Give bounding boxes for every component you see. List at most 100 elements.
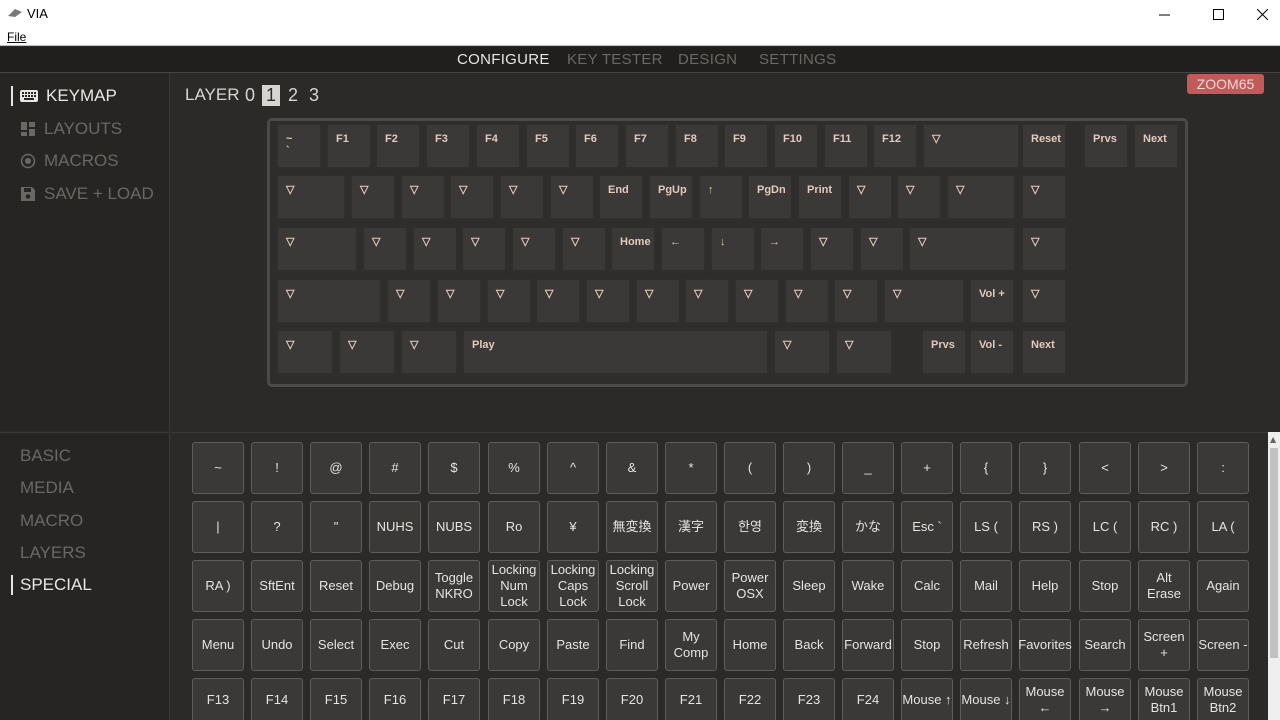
palette-key[interactable]: LA ( bbox=[1197, 501, 1249, 553]
keymap-key[interactable]: Reset bbox=[1020, 122, 1068, 170]
palette-key[interactable]: Toggle NKRO bbox=[428, 560, 480, 612]
palette-key[interactable]: Select bbox=[310, 619, 362, 671]
keymap-key[interactable]: ▽ bbox=[361, 225, 409, 273]
palette-key[interactable]: F15 bbox=[310, 678, 362, 720]
palette-key[interactable]: Menu bbox=[192, 619, 244, 671]
keymap-key[interactable]: Play bbox=[461, 328, 770, 376]
maximize-button[interactable] bbox=[1195, 0, 1241, 29]
keymap-key[interactable]: ▽ bbox=[1020, 225, 1068, 273]
keymap-key[interactable]: F9 bbox=[722, 122, 770, 170]
palette-key[interactable]: Mail bbox=[960, 560, 1012, 612]
palette-key[interactable]: F13 bbox=[192, 678, 244, 720]
category-layers[interactable]: LAYERS bbox=[20, 543, 86, 563]
keymap-key[interactable]: F1 bbox=[325, 122, 373, 170]
keymap-key[interactable]: Print bbox=[796, 173, 844, 221]
palette-key[interactable]: " bbox=[310, 501, 362, 553]
palette-key[interactable]: F20 bbox=[606, 678, 658, 720]
keymap-key[interactable]: Vol + bbox=[968, 277, 1016, 325]
keymap-key[interactable]: ↓ bbox=[709, 225, 757, 273]
palette-key[interactable]: < bbox=[1079, 442, 1131, 494]
keymap-key[interactable]: End bbox=[597, 173, 645, 221]
palette-key[interactable]: Home bbox=[724, 619, 776, 671]
palette-key[interactable]: { bbox=[960, 442, 1012, 494]
palette-key[interactable]: RA ) bbox=[192, 560, 244, 612]
palette-key[interactable]: RC ) bbox=[1138, 501, 1190, 553]
palette-key[interactable]: My Comp bbox=[665, 619, 717, 671]
keymap-key[interactable]: ▽ bbox=[945, 173, 1017, 221]
palette-key[interactable]: ( bbox=[724, 442, 776, 494]
keymap-key[interactable]: Home bbox=[609, 225, 657, 273]
palette-key[interactable]: F19 bbox=[547, 678, 599, 720]
palette-key[interactable]: Exec bbox=[369, 619, 421, 671]
palette-key[interactable]: @ bbox=[310, 442, 362, 494]
keymap-key[interactable]: F10 bbox=[772, 122, 820, 170]
keymap-key[interactable]: ▽ bbox=[510, 225, 558, 273]
keymap-key[interactable]: F12 bbox=[871, 122, 919, 170]
palette-key[interactable]: F22 bbox=[724, 678, 776, 720]
palette-key[interactable]: * bbox=[665, 442, 717, 494]
keymap-key[interactable]: PgDn bbox=[746, 173, 794, 221]
keymap-key[interactable]: F3 bbox=[424, 122, 472, 170]
keymap-key[interactable]: ▽ bbox=[399, 173, 447, 221]
palette-key[interactable]: Back bbox=[783, 619, 835, 671]
keymap-key[interactable]: ▽ bbox=[460, 225, 508, 273]
palette-key[interactable]: 한영 bbox=[724, 501, 776, 553]
palette-key[interactable]: + bbox=[901, 442, 953, 494]
palette-key[interactable]: Stop bbox=[1079, 560, 1131, 612]
palette-key[interactable]: Again bbox=[1197, 560, 1249, 612]
palette-key[interactable]: SftEnt bbox=[251, 560, 303, 612]
keymap-key[interactable]: PgUp bbox=[647, 173, 695, 221]
palette-key[interactable]: Mouse ← bbox=[1019, 678, 1071, 720]
keymap-key[interactable]: ▽ bbox=[783, 277, 831, 325]
keymap-key[interactable]: Next bbox=[1132, 122, 1180, 170]
palette-key[interactable]: Locking Num Lock bbox=[488, 560, 540, 612]
keymap-key[interactable]: ▽ bbox=[534, 277, 582, 325]
palette-key[interactable]: Locking Caps Lock bbox=[547, 560, 599, 612]
palette-key[interactable]: F17 bbox=[428, 678, 480, 720]
palette-key[interactable]: Find bbox=[606, 619, 658, 671]
sidebar-item-keymap[interactable]: KEYMAP bbox=[20, 86, 117, 106]
keymap-key[interactable]: F5 bbox=[524, 122, 572, 170]
keymap-key[interactable]: ▽ bbox=[275, 277, 383, 325]
keymap-key[interactable]: ← bbox=[659, 225, 707, 273]
palette-key[interactable]: Sleep bbox=[783, 560, 835, 612]
keymap-key[interactable]: ▽ bbox=[1020, 277, 1068, 325]
keymap-key[interactable]: ▽ bbox=[385, 277, 433, 325]
palette-key[interactable]: F14 bbox=[251, 678, 303, 720]
keymap-key[interactable]: ▽ bbox=[498, 173, 546, 221]
keymap-key[interactable]: F6 bbox=[573, 122, 621, 170]
palette-key[interactable]: } bbox=[1019, 442, 1071, 494]
keymap-key[interactable]: ▽ bbox=[560, 225, 608, 273]
palette-key[interactable]: $ bbox=[428, 442, 480, 494]
keymap-key[interactable]: F2 bbox=[374, 122, 422, 170]
palette-key[interactable]: Help bbox=[1019, 560, 1071, 612]
layer-3-button[interactable]: 3 bbox=[305, 85, 323, 106]
keymap-key[interactable]: ▽ bbox=[846, 173, 894, 221]
palette-key[interactable]: Stop bbox=[901, 619, 953, 671]
palette-key[interactable]: Undo bbox=[251, 619, 303, 671]
palette-key[interactable]: F16 bbox=[369, 678, 421, 720]
palette-key[interactable]: ) bbox=[783, 442, 835, 494]
layer-1-button[interactable]: 1 bbox=[262, 85, 280, 106]
palette-key[interactable]: かな bbox=[842, 501, 894, 553]
close-button[interactable] bbox=[1239, 0, 1280, 29]
category-media[interactable]: MEDIA bbox=[20, 478, 74, 498]
palette-key[interactable]: F21 bbox=[665, 678, 717, 720]
palette-key[interactable]: : bbox=[1197, 442, 1249, 494]
keymap-key[interactable]: ▽ bbox=[832, 277, 880, 325]
keymap-key[interactable]: Vol - bbox=[968, 328, 1016, 376]
keymap-key[interactable]: ▽ bbox=[548, 173, 596, 221]
palette-key[interactable]: Power OSX bbox=[724, 560, 776, 612]
palette-key[interactable]: Screen - bbox=[1197, 619, 1249, 671]
palette-key[interactable]: _ bbox=[842, 442, 894, 494]
keymap-key[interactable]: → bbox=[758, 225, 806, 273]
palette-key[interactable]: Debug bbox=[369, 560, 421, 612]
keymap-key[interactable]: ▽ bbox=[337, 328, 397, 376]
palette-key[interactable]: NUHS bbox=[369, 501, 421, 553]
keymap-key[interactable]: Prvs bbox=[1082, 122, 1130, 170]
palette-key[interactable]: Mouse Btn2 bbox=[1197, 678, 1249, 720]
keymap-key[interactable]: ▽ bbox=[834, 328, 894, 376]
sidebar-item-macros[interactable]: MACROS bbox=[20, 151, 119, 171]
palette-key[interactable]: Alt Erase bbox=[1138, 560, 1190, 612]
keymap-key[interactable]: ▽ bbox=[448, 173, 496, 221]
